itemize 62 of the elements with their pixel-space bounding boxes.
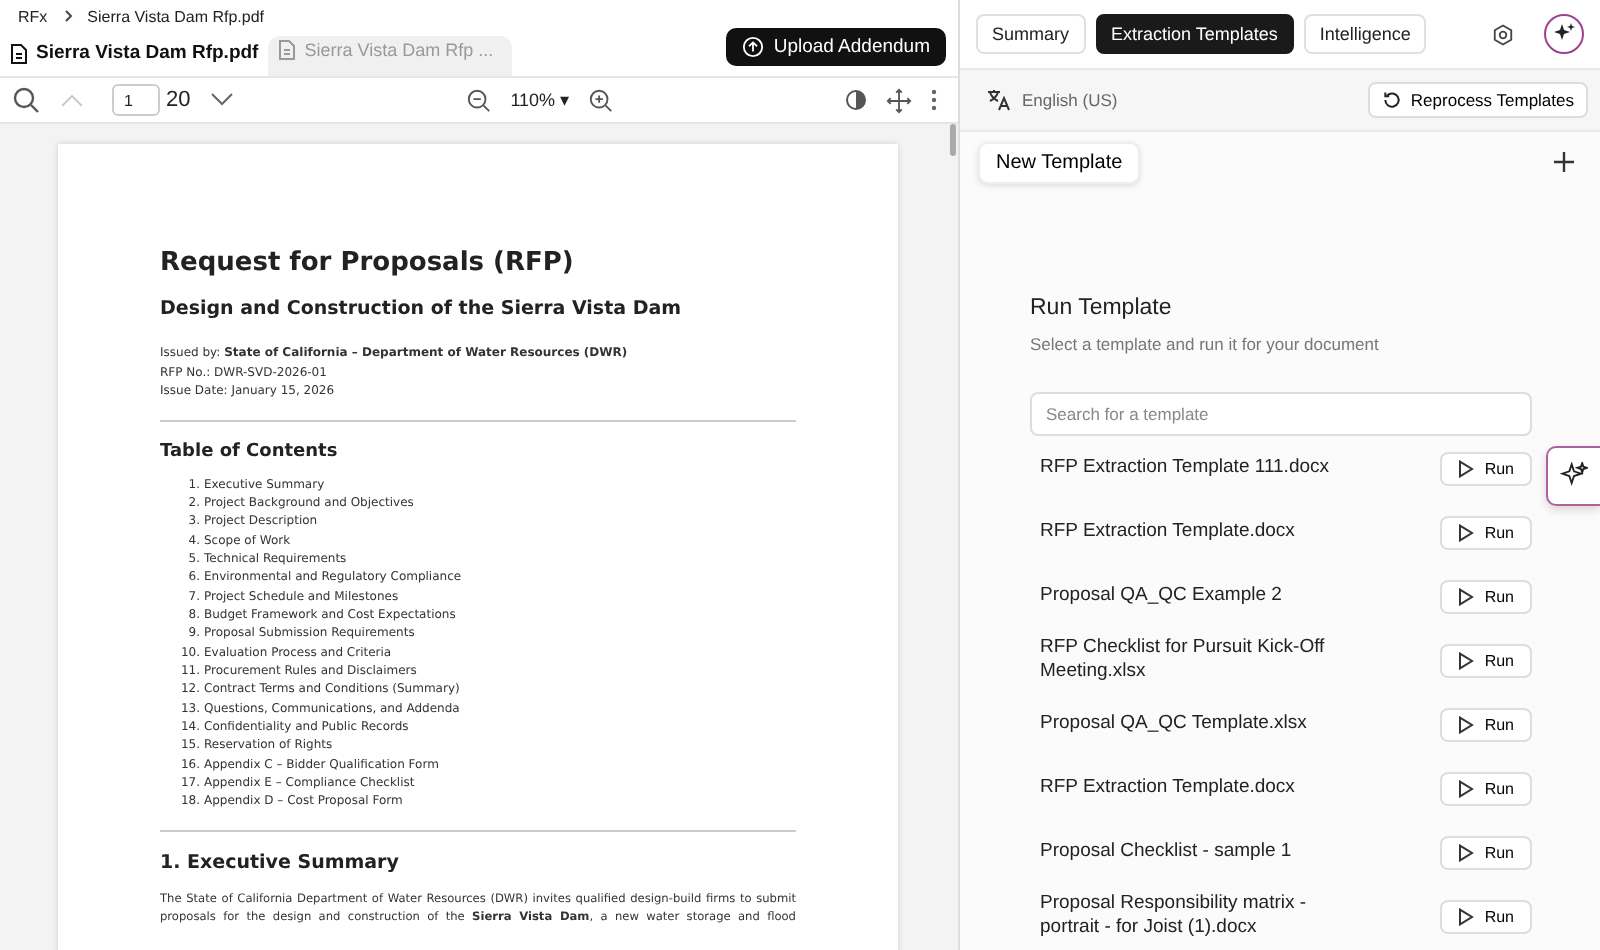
file-tab[interactable]: Sierra Vista Dam Rfp.pdf [0,42,269,76]
search-icon[interactable] [12,86,40,114]
language-label[interactable]: English (US) [1022,90,1118,110]
toc-heading: Table of Contents [160,441,340,461]
template-name: RFP Extraction Template.docx [1040,775,1297,801]
play-icon [1458,779,1475,797]
template-name: RFP Extraction Template 111.docx [1040,455,1332,481]
play-icon [1458,587,1475,605]
zoom-in-icon[interactable] [588,87,615,113]
template-name: RFP Extraction Template.docx [1040,519,1297,545]
zoom-out-icon[interactable] [466,87,493,113]
run-button[interactable]: Run [1440,835,1532,869]
section-heading: 1. Executive Summary [160,851,401,874]
sparkle-icon [1560,462,1588,490]
zoom-dropdown[interactable]: 110% ▾ [510,90,571,110]
chevron-down-icon[interactable] [208,90,237,110]
play-icon [1458,459,1475,477]
template-name: Proposal QA_QC Example 2 [1040,583,1284,609]
chevron-icon [59,8,76,24]
breadcrumb-link[interactable]: RFx [18,7,48,25]
document-subtitle: Design and Construction of the Sierra Vista Dam [160,298,684,320]
run-button[interactable]: Run [1440,643,1532,677]
upload-icon [741,36,764,58]
run-button[interactable]: Run [1440,515,1532,549]
refresh-icon [1382,90,1403,110]
play-icon [1458,843,1475,861]
template-search-field[interactable]: Search for a template [1030,392,1532,436]
run-button[interactable]: Run [1440,451,1532,485]
contrast-icon[interactable] [844,88,869,112]
sparkle-button[interactable] [1546,446,1600,506]
run-button[interactable]: Run [1440,579,1532,613]
page-number-field[interactable]: 1 [112,84,160,116]
play-icon [1458,651,1475,669]
document-title: Request for Proposals (RFP) [160,248,576,278]
panel-tab[interactable]: Intelligence [1303,14,1427,54]
play-icon [1458,907,1475,925]
run-button[interactable]: Run [1440,899,1532,933]
document-icon [278,40,297,60]
run-template-title: Run Template [1030,296,1174,320]
move-icon[interactable] [886,87,913,113]
panel-tab[interactable]: Summary [976,14,1086,54]
template-name: Proposal Responsibility matrix - portrait - for Joist (1).docx [1040,891,1309,941]
sparkle-button[interactable] [1544,14,1584,54]
add-icon[interactable] [1554,152,1574,172]
breadcrumb-current: Sierra Vista Dam Rfp.pdf [87,7,265,25]
run-template-subtitle: Select a template and run it for your document [1030,334,1381,354]
template-name: Proposal QA_QC Template.xlsx [1040,711,1309,737]
run-button[interactable]: Run [1440,771,1532,805]
more-icon[interactable] [930,88,939,112]
translate-icon [986,88,1010,112]
upload-addendum-button[interactable]: Upload Addendum [725,28,946,66]
document-icon [10,43,28,63]
page-count: 20 [166,88,191,112]
settings-icon[interactable] [1492,23,1514,45]
new-template-tab[interactable]: New Template [978,141,1141,183]
template-name: Proposal Checklist - sample 1 [1040,839,1294,865]
panel-tab[interactable]: Extraction Templates [1095,14,1294,54]
reprocess-templates-button[interactable]: Reprocess Templates [1368,82,1588,118]
play-icon [1458,523,1475,541]
play-icon [1458,715,1475,733]
template-name: RFP Checklist for Pursuit Kick-Off Meeting.xlsx [1040,635,1327,685]
run-button[interactable]: Run [1440,707,1532,741]
